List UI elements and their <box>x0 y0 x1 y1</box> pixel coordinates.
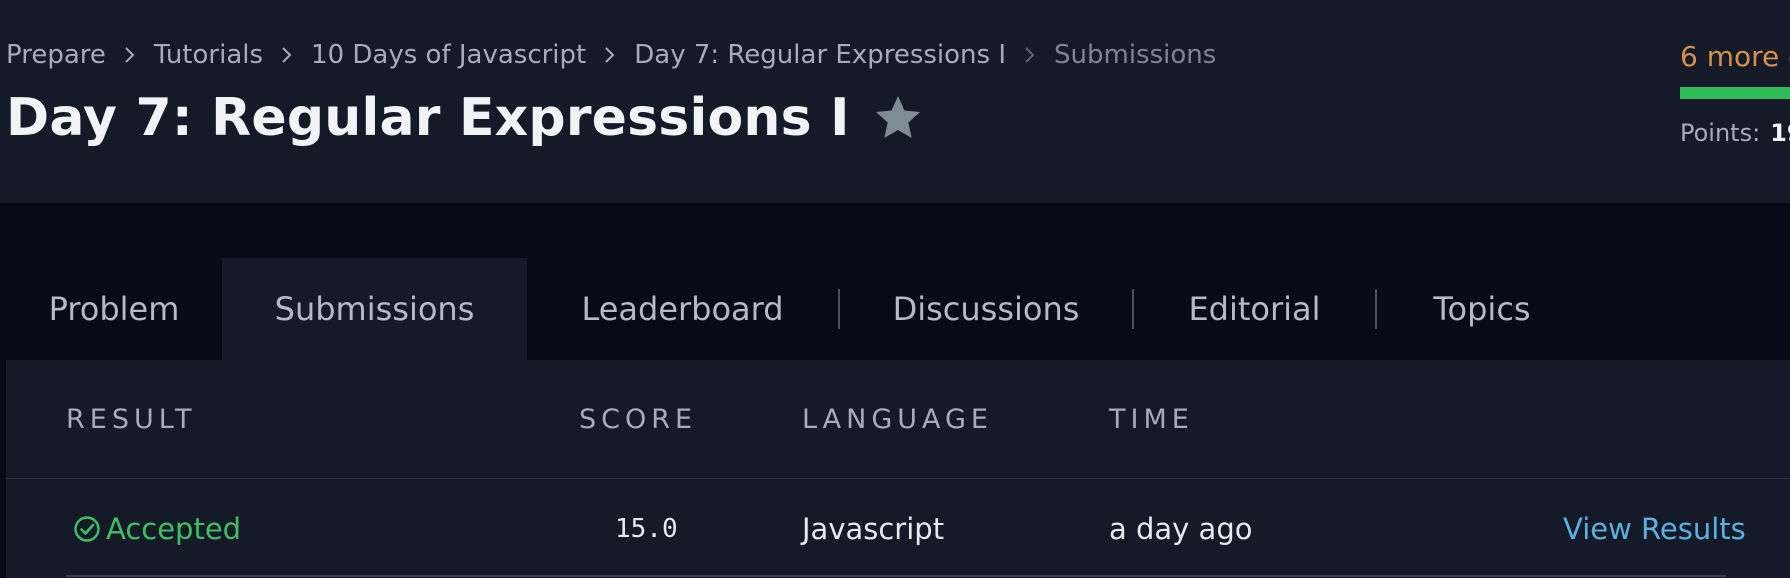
table-row-time: a day ago <box>1109 512 1253 546</box>
table-row-language: Javascript <box>802 512 945 546</box>
points-value: 19 <box>1770 119 1790 147</box>
table-row-result[interactable]: Accepted <box>72 512 241 546</box>
breadcrumb-10-days-of-javascript[interactable]: 10 Days of Javascript <box>311 40 586 70</box>
points-row: Points: 19 <box>1680 119 1790 147</box>
chevron-right-icon <box>106 46 154 64</box>
tab-label: Leaderboard <box>581 290 784 328</box>
breadcrumb-tutorials[interactable]: Tutorials <box>154 40 263 70</box>
tab-label: Problem <box>48 290 180 328</box>
column-header-language: LANGUAGE <box>802 404 993 435</box>
progress-widget: 6 more c Points: 19 <box>1680 40 1790 147</box>
breadcrumb-submissions: Submissions <box>1054 40 1217 70</box>
breadcrumb: Prepare Tutorials 10 Days of Javascript … <box>6 40 1216 70</box>
breadcrumb-prepare[interactable]: Prepare <box>6 40 106 70</box>
tab-label: Topics <box>1433 290 1531 328</box>
check-circle-icon <box>72 514 102 544</box>
result-status-text: Accepted <box>106 512 242 546</box>
progress-bar <box>1680 87 1790 99</box>
tab-label: Editorial <box>1188 290 1321 328</box>
chevron-right-icon <box>263 46 311 64</box>
table-row-divider <box>66 575 1726 577</box>
column-header-result: RESULT <box>66 404 197 435</box>
chevron-right-icon <box>1006 46 1054 64</box>
progress-bar-fill <box>1680 87 1790 99</box>
tab-discussions[interactable]: Discussions <box>840 258 1132 360</box>
column-header-score: SCORE <box>579 404 698 435</box>
chevron-right-icon <box>586 46 634 64</box>
tab-leaderboard[interactable]: Leaderboard <box>527 258 838 360</box>
challenges-remaining-text: 6 more c <box>1680 40 1790 73</box>
tab-label: Submissions <box>274 290 475 328</box>
column-header-time: TIME <box>1109 404 1194 435</box>
star-icon[interactable] <box>872 92 924 144</box>
view-results-link[interactable]: View Results <box>1563 512 1746 546</box>
table-row-score: 15.0 <box>615 514 678 544</box>
tab-problem[interactable]: Problem <box>6 258 222 360</box>
tab-editorial[interactable]: Editorial <box>1134 258 1375 360</box>
tab-topics[interactable]: Topics <box>1377 258 1587 360</box>
points-label: Points: <box>1680 119 1761 147</box>
breadcrumb-day-7[interactable]: Day 7: Regular Expressions I <box>634 40 1006 70</box>
tab-label: Discussions <box>892 290 1080 328</box>
title-row: Day 7: Regular Expressions I <box>6 88 924 148</box>
table-header-divider <box>6 478 1790 479</box>
page-title: Day 7: Regular Expressions I <box>6 88 850 148</box>
challenge-tabs: Problem Submissions Leaderboard Discussi… <box>6 258 1587 360</box>
tab-submissions[interactable]: Submissions <box>222 258 527 360</box>
